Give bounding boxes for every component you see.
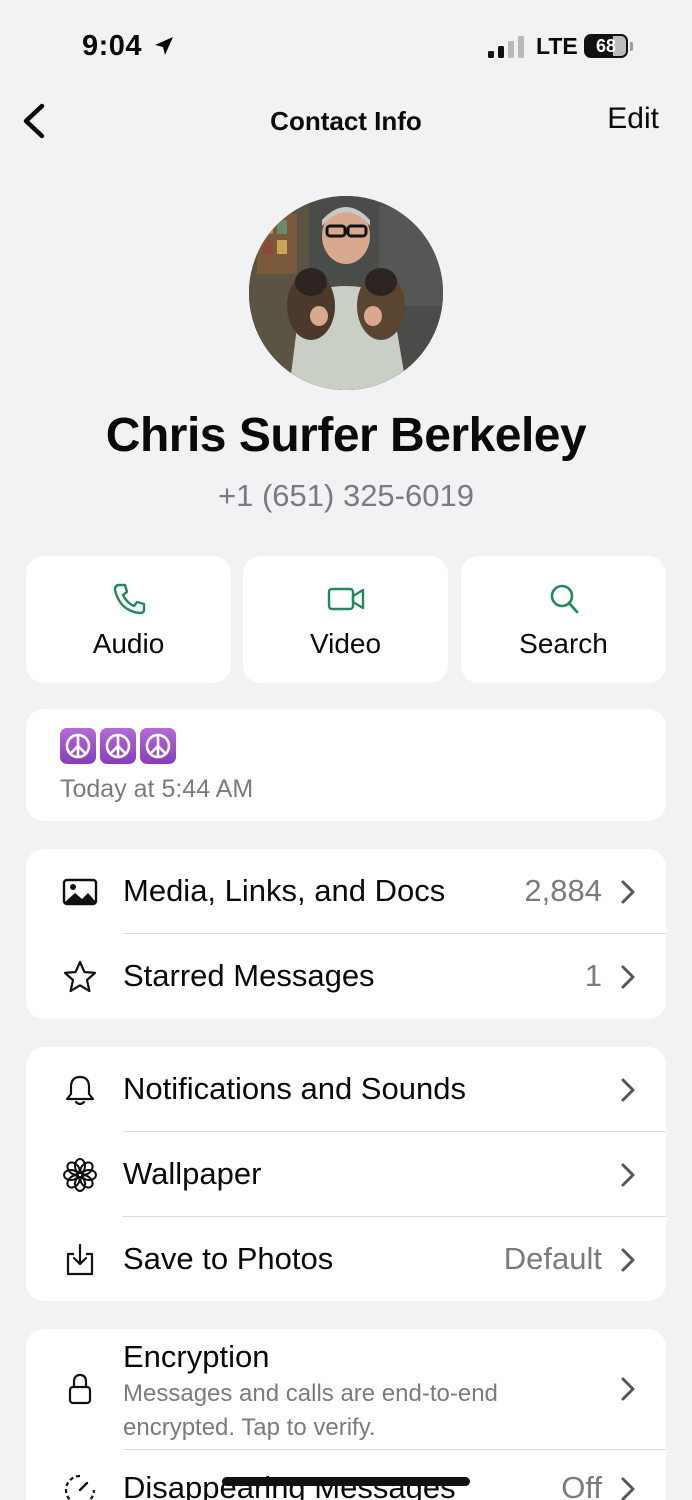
contact-avatar[interactable] [249,196,443,390]
starred-label: Starred Messages [123,958,375,993]
settings-group: Notifications and Sounds Wallpaper Save … [26,1047,666,1301]
media-links-docs-row[interactable]: Media, Links, and Docs 2,884 [26,849,666,933]
peace-symbol-icon [100,728,136,764]
disappearing-value: Off [561,1470,602,1500]
status-time: 9:04 [82,30,143,62]
wallpaper-label: Wallpaper [123,1156,262,1191]
location-arrow-icon [155,37,173,55]
network-type: LTE [536,33,578,59]
save-to-photos-row[interactable]: Save to Photos Default [26,1217,666,1301]
save-to-photos-value: Default [503,1241,602,1276]
phone-icon [113,583,145,615]
page-title: Contact Info [270,106,422,136]
chevron-right-icon [621,1477,635,1500]
contact-name: Chris Surfer Berkeley [105,409,587,462]
chevron-right-icon [621,1248,635,1272]
navigation-bar: Contact Info Edit [0,92,692,152]
media-count: 2,884 [524,873,602,908]
home-indicator[interactable] [222,1477,470,1486]
about-timestamp: Today at 5:44 AM [60,775,254,803]
contact-phone[interactable]: +1 (651) 325-6019 [0,478,692,514]
lock-icon [68,1373,92,1405]
save-download-icon [66,1243,94,1276]
notifications-label: Notifications and Sounds [123,1071,466,1106]
search-label: Search [519,628,608,659]
media-label: Media, Links, and Docs [123,873,446,908]
about-text [60,728,176,764]
flower-icon [63,1158,97,1192]
notifications-row[interactable]: Notifications and Sounds [26,1047,666,1131]
video-label: Video [309,628,382,659]
avatar-photo [249,196,443,390]
video-call-button[interactable]: Video [243,556,448,683]
audio-label: Audio [92,628,165,659]
chevron-right-icon [621,1377,635,1401]
peace-symbol-icon [140,728,176,764]
encryption-subtitle: Messages and calls are end-to-end encryp… [123,1380,498,1441]
bell-icon [65,1075,95,1106]
encryption-row[interactable]: Encryption Messages and calls are end-to… [26,1329,666,1449]
about-card[interactable]: Today at 5:44 AM [26,709,666,821]
save-to-photos-label: Save to Photos [123,1241,334,1276]
chevron-right-icon [621,1163,635,1187]
chevron-right-icon [621,965,635,989]
star-icon [63,960,97,993]
photo-icon [62,878,98,906]
status-bar: 9:04 LTE 68 [0,0,692,92]
search-icon [550,584,578,614]
starred-count: 1 [584,958,602,993]
wallpaper-row[interactable]: Wallpaper [26,1132,666,1216]
battery-level: 68 [595,36,617,56]
battery-icon: 68 [584,34,634,60]
privacy-group: Encryption Messages and calls are end-to… [26,1329,666,1500]
search-button[interactable]: Search [461,556,666,683]
media-group: Media, Links, and Docs 2,884 Starred Mes… [26,849,666,1019]
peace-symbol-icon [60,728,96,764]
edit-button[interactable]: Edit [607,102,659,136]
disappearing-messages-row[interactable]: Disappearing Messages Off [26,1450,666,1500]
encryption-label: Encryption [123,1339,270,1374]
video-camera-icon [327,587,364,611]
contact-info-screen: 9:04 LTE 68 Contact Info Edit Chris Surf… [0,0,692,1500]
audio-call-button[interactable]: Audio [26,556,231,683]
signal-strength-icon [488,36,524,58]
timer-icon [64,1474,96,1500]
chevron-right-icon [621,1078,635,1102]
starred-messages-row[interactable]: Starred Messages 1 [26,934,666,1018]
chevron-right-icon [621,880,635,904]
